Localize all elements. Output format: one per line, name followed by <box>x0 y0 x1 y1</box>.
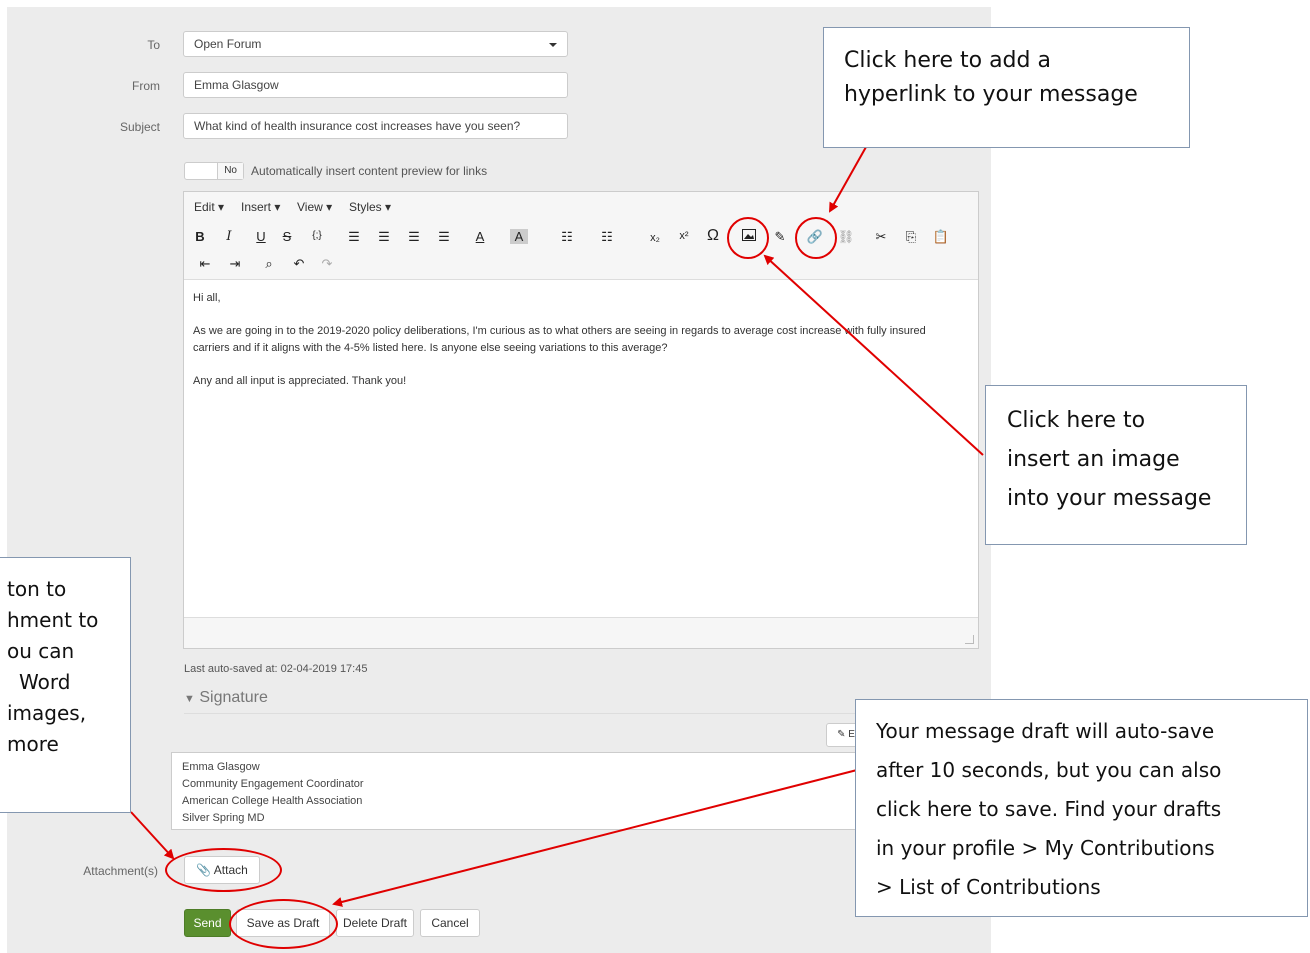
callout-line: into your message <box>1007 486 1212 511</box>
callout-line: Click here to <box>1007 408 1146 433</box>
draft-callout: Your message draft will auto-save after … <box>855 699 1308 917</box>
hyperlink-arrow <box>829 146 867 213</box>
attach-callout: ton to hment to ou can Word images, more <box>0 557 131 813</box>
image-callout: Click here to insert an image into your … <box>985 385 1247 545</box>
callout-line: images, <box>7 701 87 725</box>
image-arrow <box>763 254 984 456</box>
callout-line: hment to <box>7 608 99 632</box>
callout-line: insert an image <box>1007 447 1180 472</box>
draft-arrow <box>332 769 858 907</box>
callout-line: > List of Contributions <box>876 875 1101 899</box>
callout-line: ou can <box>7 639 75 663</box>
callout-line: Click here to add a <box>844 48 1051 73</box>
attach-arrow <box>130 811 175 860</box>
callout-line: Word <box>19 670 71 694</box>
callout-line: in your profile > My Contributions <box>876 836 1215 860</box>
callout-line: Your message draft will auto-save <box>876 719 1215 743</box>
callout-line: after 10 seconds, but you can also <box>876 758 1222 782</box>
hyperlink-callout: Click here to add a hyperlink to your me… <box>823 27 1190 148</box>
callout-line: ton to <box>7 577 67 601</box>
callout-line: click here to save. Find your drafts <box>876 797 1222 821</box>
callout-line: more <box>7 732 59 756</box>
callout-line: hyperlink to your message <box>844 82 1138 107</box>
